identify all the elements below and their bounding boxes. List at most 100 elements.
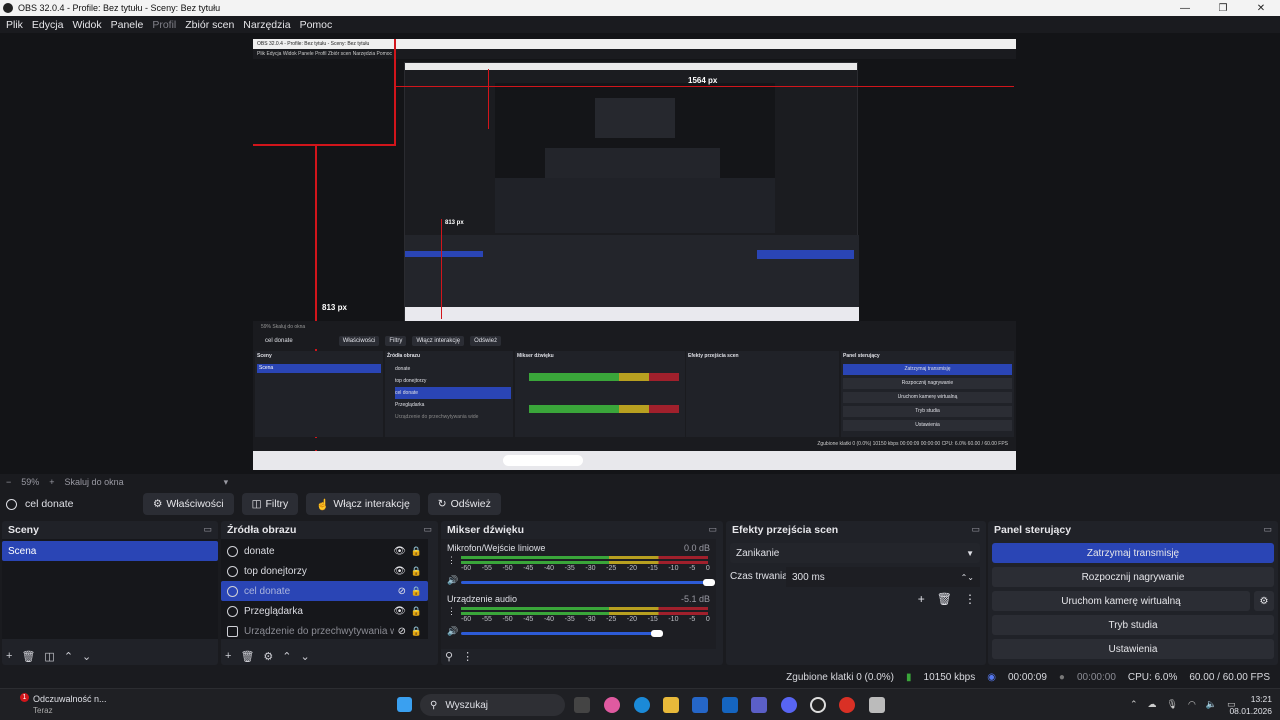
scene-item[interactable]: Scena <box>2 541 218 561</box>
volume-slider[interactable] <box>461 632 656 635</box>
eye-icon[interactable]: 👁 <box>393 546 406 557</box>
more-icon[interactable]: ⋮ <box>462 650 473 663</box>
stop-streaming-button[interactable]: Zatrzymaj transmisję <box>992 543 1274 563</box>
task-view-icon[interactable] <box>574 697 590 713</box>
maximize-button[interactable]: ❐ <box>1204 3 1242 14</box>
measure-label-inner: 813 px <box>445 220 464 226</box>
volume-slider[interactable] <box>461 581 710 584</box>
source-item[interactable]: Przeglądarka 👁 🔒 <box>221 601 428 621</box>
source-item[interactable]: donate 👁 🔒 <box>221 541 428 561</box>
current-source-label: cel donate <box>25 498 74 510</box>
speaker-icon[interactable]: 🔊 <box>447 626 458 637</box>
lock-icon[interactable]: 🔒 <box>411 546 422 557</box>
obs-taskbar-icon[interactable] <box>810 697 826 713</box>
clock[interactable]: 13:21 08.01.2026 <box>1222 693 1272 717</box>
app-icon[interactable] <box>869 697 885 713</box>
transition-select[interactable]: Zanikanie ▼ <box>730 543 980 563</box>
minimize-button[interactable]: — <box>1166 3 1204 14</box>
teams-icon[interactable] <box>751 697 767 713</box>
file-explorer-icon[interactable] <box>663 697 679 713</box>
add-icon[interactable]: + <box>6 650 12 663</box>
refresh-button[interactable]: ↻ Odśwież <box>427 493 501 515</box>
undock-icon[interactable]: ▭ <box>203 524 212 535</box>
preview-canvas[interactable]: OBS 32.0.4 - Profile: Bez tytułu - Sceny… <box>253 39 1016 470</box>
volume-knob[interactable] <box>703 579 715 586</box>
menu-docks[interactable]: Panele <box>111 19 144 31</box>
trash-icon[interactable]: 🗑 <box>240 650 254 663</box>
eye-icon[interactable]: 👁 <box>393 606 406 617</box>
menu-help[interactable]: Pomoc <box>300 19 333 31</box>
gear-icon[interactable]: ⚙ <box>263 650 273 663</box>
chrome-icon[interactable] <box>839 697 855 713</box>
lock-icon[interactable]: 🔒 <box>411 586 422 597</box>
close-button[interactable]: ✕ <box>1242 3 1280 14</box>
nested-menubar: Plik Edycja Widok Panele Profil Zbiór sc… <box>253 49 1016 59</box>
chevron-up-icon[interactable]: ⌃ <box>64 650 73 663</box>
undock-icon[interactable]: ▭ <box>423 524 432 535</box>
source-item[interactable]: Urządzenie do przechwytywania wideo⊘🔒 <box>221 621 428 641</box>
add-icon[interactable]: + <box>918 592 925 606</box>
taskbar-search[interactable]: ⚲ Wyszukaj <box>420 694 565 716</box>
outlook-icon[interactable] <box>722 697 738 713</box>
menu-edit[interactable]: Edycja <box>32 19 64 31</box>
system-tray[interactable]: ⌃ ☁ 🎙 ◠ 🔈 ▭ <box>1130 699 1236 710</box>
chevron-down-icon[interactable]: ⌄ <box>301 650 310 663</box>
trash-icon[interactable]: 🗑 <box>21 650 35 663</box>
eye-off-icon[interactable]: ⊘ <box>398 626 406 637</box>
measure-label-left: 813 px <box>322 303 347 312</box>
undock-icon[interactable]: ▭ <box>971 524 980 535</box>
undock-icon[interactable]: ▭ <box>1263 524 1272 535</box>
volume-knob[interactable] <box>651 630 663 637</box>
lock-icon[interactable]: 🔒 <box>411 626 422 637</box>
record-icon: ● <box>1058 672 1065 683</box>
start-virtual-camera-button[interactable]: Uruchom kamerę wirtualną <box>992 591 1250 611</box>
chevron-up-icon[interactable]: ⌃ <box>1130 699 1138 710</box>
more-icon[interactable]: ⋮ <box>447 606 456 617</box>
wifi-icon[interactable]: ◠ <box>1188 699 1196 710</box>
microphone-icon[interactable]: 🎙 <box>1167 699 1178 710</box>
source-item-selected[interactable]: cel donate ⊘ 🔒 <box>221 581 428 601</box>
menu-scene-collection[interactable]: Zbiór scen <box>185 19 234 31</box>
settings-button[interactable]: Ustawienia <box>992 639 1274 659</box>
undock-icon[interactable]: ▭ <box>708 524 717 535</box>
gear-icon[interactable]: ⚙ <box>1254 591 1274 611</box>
store-icon[interactable] <box>692 697 708 713</box>
zoom-in-button[interactable]: + <box>49 477 54 487</box>
eye-off-icon[interactable]: ⊘ <box>398 586 406 597</box>
filter-icon[interactable]: ◫ <box>44 650 54 663</box>
copilot-icon[interactable] <box>604 697 620 713</box>
trash-icon[interactable]: 🗑 <box>937 592 952 606</box>
more-icon[interactable]: ⋮ <box>447 555 456 566</box>
chevron-up-icon[interactable]: ⌃ <box>282 650 291 663</box>
menu-file[interactable]: Plik <box>6 19 23 31</box>
duration-spinbox[interactable]: 300 ms ⌃⌄ <box>786 567 980 587</box>
start-recording-button[interactable]: Rozpocznij nagrywanie <box>992 567 1274 587</box>
windows-start-icon[interactable] <box>397 697 412 712</box>
zoom-out-button[interactable]: − <box>6 477 11 487</box>
discord-icon[interactable] <box>781 697 797 713</box>
scale-to-window-select[interactable]: Skaluj do okna <box>65 477 124 487</box>
link-icon[interactable]: ⚲ <box>445 650 453 663</box>
lock-icon[interactable]: 🔒 <box>411 566 422 577</box>
speaker-icon[interactable]: 🔊 <box>447 575 458 586</box>
lock-icon[interactable]: 🔒 <box>411 606 422 617</box>
properties-button[interactable]: ⚙ Właściwości <box>143 493 234 515</box>
edge-icon[interactable] <box>634 697 650 713</box>
volume-icon[interactable]: 🔈 <box>1206 699 1217 710</box>
interact-button[interactable]: ☝ Włącz interakcję <box>306 493 420 515</box>
chevron-down-icon[interactable]: ▾ <box>224 477 229 488</box>
eye-icon[interactable]: 👁 <box>393 566 406 577</box>
spinner-icon[interactable]: ⌃⌄ <box>961 573 974 582</box>
notification-widget[interactable]: 1 Odczuwalność n... Teraz <box>14 693 134 717</box>
cloud-icon[interactable]: ☁ <box>1148 699 1157 710</box>
menu-profile[interactable]: Profil <box>152 19 176 31</box>
add-icon[interactable]: + <box>225 650 231 663</box>
bitrate-icon: ▮ <box>906 672 912 683</box>
source-item[interactable]: top donejtorzy 👁 🔒 <box>221 561 428 581</box>
filters-button[interactable]: ◫ Filtry <box>241 493 299 515</box>
menu-view[interactable]: Widok <box>72 19 101 31</box>
studio-mode-button[interactable]: Tryb studia <box>992 615 1274 635</box>
chevron-down-icon[interactable]: ⌄ <box>82 650 91 663</box>
menu-tools[interactable]: Narzędzia <box>243 19 290 31</box>
more-icon[interactable]: ⋮ <box>964 592 976 606</box>
